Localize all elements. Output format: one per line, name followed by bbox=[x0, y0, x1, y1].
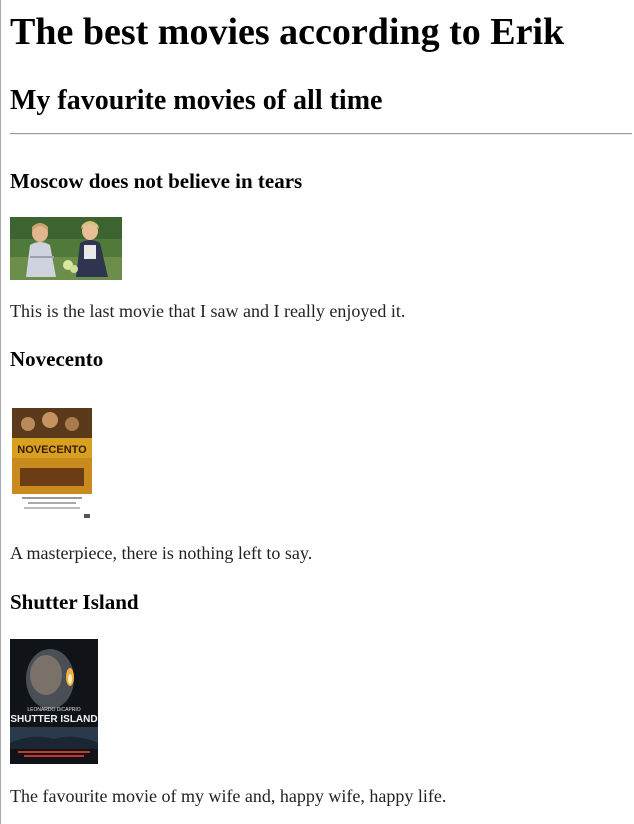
shutter-island-poster-title: SHUTTER ISLAND bbox=[10, 714, 97, 725]
movie-description-novecento: A masterpiece, there is nothing left to … bbox=[10, 543, 313, 563]
movie-title-moscow: Moscow does not believe in tears bbox=[10, 169, 303, 193]
movie-description-moscow: This is the last movie that I saw and I … bbox=[10, 301, 406, 321]
divider bbox=[10, 133, 632, 135]
novecento-poster-title: NOVECENTO bbox=[17, 444, 87, 456]
shutter-island-poster-actor: LEONARDO DiCAPRIO bbox=[27, 707, 80, 713]
movie-poster-novecento: NOVECENTO bbox=[10, 402, 94, 523]
page-subtitle: My favourite movies of all time bbox=[10, 85, 383, 116]
movie-title-shutter-island: Shutter Island bbox=[10, 590, 139, 614]
movie-description-shutter-island: The favourite movie of my wife and, happ… bbox=[10, 786, 447, 806]
left-border bbox=[0, 0, 1, 824]
page-title: The best movies according to Erik bbox=[10, 11, 565, 53]
movie-title-novecento: Novecento bbox=[10, 347, 104, 371]
movie-poster-shutter-island: LEONARDO DiCAPRIO SHUTTER ISLAND bbox=[10, 639, 98, 764]
movie-image-moscow bbox=[10, 217, 122, 280]
